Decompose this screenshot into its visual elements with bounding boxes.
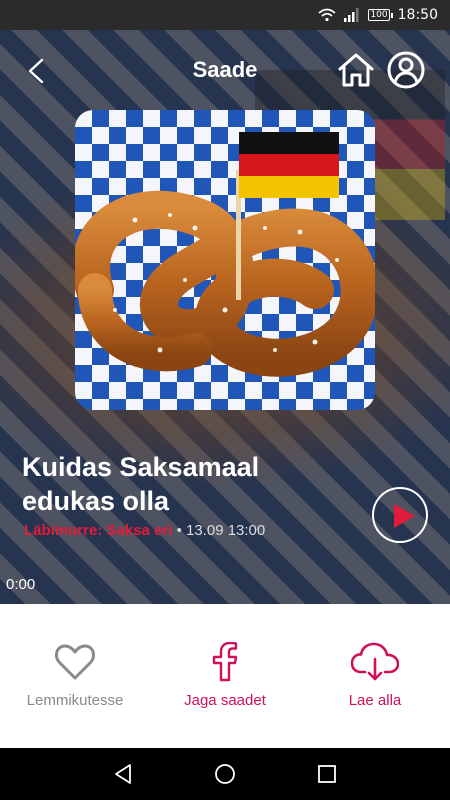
page-title: Saade: [192, 57, 258, 82]
download-button[interactable]: Lae alla: [300, 604, 450, 748]
wifi-icon: [318, 8, 336, 22]
play-icon: [394, 504, 415, 528]
system-nav-bar: [0, 748, 450, 800]
download-label: Lae alla: [348, 692, 402, 709]
episode-title: Kuidas Saksamaal edukas olla: [22, 452, 260, 516]
playback-position: 0:00: [6, 576, 36, 593]
nav-recents-icon[interactable]: [315, 762, 339, 786]
facebook-icon: [212, 642, 238, 682]
episode-datetime: 13.09 13:00: [186, 522, 266, 539]
episode-cover-image: [75, 110, 375, 410]
favorite-button[interactable]: Lemmikutesse: [0, 604, 150, 748]
home-icon[interactable]: [336, 50, 376, 90]
heart-icon: [55, 644, 95, 680]
status-bar: 100 18:50: [0, 0, 450, 30]
nav-back-icon[interactable]: [111, 762, 135, 786]
nav-home-icon[interactable]: [213, 762, 237, 786]
show-link[interactable]: Läbimurre: Saksa eri: [24, 522, 172, 539]
profile-icon[interactable]: [386, 50, 426, 90]
favorite-label: Lemmikutesse: [26, 692, 124, 709]
battery-icon: 100: [368, 9, 393, 21]
share-label: Jaga saadet: [184, 692, 266, 709]
meta-separator: •: [172, 522, 186, 539]
play-button[interactable]: [372, 487, 428, 543]
pretzel-image: [75, 132, 375, 377]
episode-meta: Läbimurre: Saksa eri • 13.09 13:00: [24, 522, 265, 539]
signal-icon: [344, 8, 359, 22]
episode-hero: Saade Kuidas Saksamaal edukas olla Läbim…: [0, 30, 450, 604]
share-facebook-button[interactable]: Jaga saadet: [150, 604, 300, 748]
status-time: 18:50: [397, 7, 438, 23]
top-bar: Saade: [0, 50, 450, 92]
action-bar: Lemmikutesse Jaga saadet Lae alla: [0, 604, 450, 748]
cloud-download-icon: [351, 642, 399, 681]
